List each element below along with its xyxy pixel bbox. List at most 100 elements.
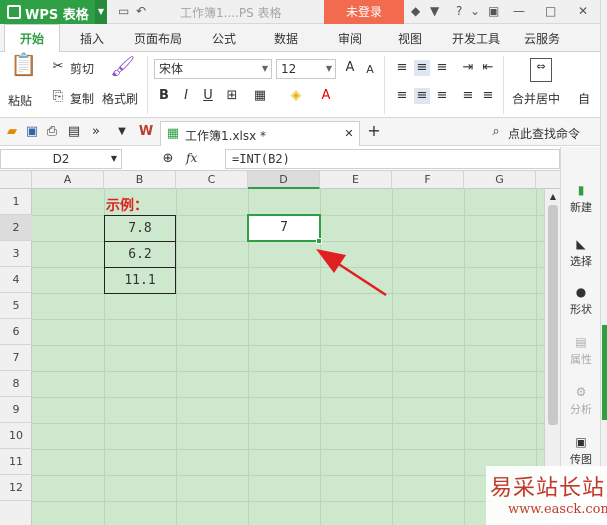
merge-center-button[interactable]: 合并居中: [512, 90, 560, 107]
side-send-image-button[interactable]: ▣ 传图: [561, 435, 601, 467]
side-new-button[interactable]: ▮ 新建: [561, 183, 601, 215]
panel-collapse-handle[interactable]: [602, 325, 607, 420]
row-header[interactable]: 5: [0, 293, 32, 319]
document-tab[interactable]: ▦ 工作簿1.xlsx * ✕: [160, 121, 360, 146]
chevron-down-icon[interactable]: ▼: [95, 0, 107, 24]
increase-font-icon[interactable]: A: [342, 60, 358, 76]
tab-view[interactable]: 视图: [398, 30, 422, 47]
align-right-icon[interactable]: ≡: [434, 88, 450, 104]
row-header[interactable]: 1: [0, 189, 32, 215]
brush-icon[interactable]: 🖌: [110, 56, 135, 84]
align-middle-icon[interactable]: ≡: [414, 60, 430, 76]
minimize-icon[interactable]: —: [513, 4, 525, 18]
column-header[interactable]: C: [176, 171, 248, 189]
row-header[interactable]: 6: [0, 319, 32, 345]
side-select-button[interactable]: ◣ 选择: [561, 237, 601, 269]
row-header[interactable]: 11: [0, 449, 32, 475]
fill-pattern-icon[interactable]: ▦: [252, 88, 268, 104]
row-header[interactable]: 7: [0, 345, 32, 371]
outdent-icon[interactable]: ⇤: [480, 60, 496, 76]
tab-formulas[interactable]: 公式: [212, 30, 236, 47]
indent-icon[interactable]: ⇥: [460, 60, 476, 76]
merge-center-icon[interactable]: ⇔: [530, 58, 552, 82]
cell-b1[interactable]: 示例：: [106, 195, 148, 215]
border-icon[interactable]: ⊞: [224, 88, 240, 104]
column-header[interactable]: G: [464, 171, 536, 189]
search-icon[interactable]: ⌕: [488, 124, 504, 140]
column-header[interactable]: F: [392, 171, 464, 189]
skin-icon[interactable]: ◆: [411, 4, 420, 18]
chevron-down-icon[interactable]: ⌄: [470, 4, 480, 18]
sheet-grid[interactable]: A B C D E F G 1 2 3 4 5 6 7 8 9 10 11 12…: [0, 171, 560, 525]
cell-b4[interactable]: 11.1: [104, 267, 176, 294]
restore-icon[interactable]: ▣: [488, 4, 499, 18]
underline-icon[interactable]: U: [200, 88, 216, 104]
distribute-icon[interactable]: ≡: [480, 88, 496, 104]
chevron-down-icon[interactable]: ▼: [114, 124, 130, 140]
decrease-font-icon[interactable]: A: [362, 62, 378, 78]
tab-developer[interactable]: 开发工具: [452, 30, 500, 47]
new-tab-icon[interactable]: +: [366, 123, 382, 139]
align-top-icon[interactable]: ≡: [394, 60, 410, 76]
tab-data[interactable]: 数据: [274, 30, 298, 47]
tab-page-layout[interactable]: 页面布局: [134, 30, 182, 47]
print-preview-icon[interactable]: ⎙: [44, 124, 60, 140]
close-icon[interactable]: ✕: [341, 126, 357, 142]
font-color-icon[interactable]: A: [318, 88, 334, 104]
column-header[interactable]: E: [320, 171, 392, 189]
paste-button[interactable]: 粘贴: [8, 92, 32, 109]
print-icon[interactable]: ▤: [66, 124, 82, 140]
row-header[interactable]: 2: [0, 215, 32, 241]
side-shapes-button[interactable]: ● 形状: [561, 285, 601, 317]
open-folder-icon[interactable]: ▰: [4, 124, 20, 140]
align-bottom-icon[interactable]: ≡: [434, 60, 450, 76]
maximize-icon[interactable]: □: [545, 4, 556, 18]
side-analysis-button[interactable]: ⚙ 分析: [561, 385, 601, 417]
formula-input[interactable]: =INT(B2): [225, 149, 560, 169]
row-header[interactable]: 4: [0, 267, 32, 293]
help-icon[interactable]: ?: [456, 4, 462, 18]
cut-button[interactable]: 剪切: [70, 60, 94, 77]
login-button[interactable]: 未登录: [324, 0, 404, 24]
save-icon[interactable]: ▣: [24, 124, 40, 140]
zoom-icon[interactable]: ⊕: [160, 151, 176, 167]
row-header[interactable]: 8: [0, 371, 32, 397]
tab-home[interactable]: 开始: [4, 24, 60, 53]
save-icon[interactable]: ▭: [118, 4, 129, 18]
scrollbar-thumb[interactable]: [548, 205, 558, 425]
cell-b3[interactable]: 6.2: [104, 241, 176, 268]
row-header[interactable]: 12: [0, 475, 32, 501]
copy-icon[interactable]: ⎘: [50, 89, 66, 105]
search-commands[interactable]: 点此查找命令: [508, 125, 580, 142]
side-properties-button[interactable]: ▤ 属性: [561, 335, 601, 367]
justify-icon[interactable]: ≡: [460, 88, 476, 104]
tab-review[interactable]: 审阅: [338, 30, 362, 47]
row-header[interactable]: 10: [0, 423, 32, 449]
format-painter-button[interactable]: 格式刷: [102, 90, 138, 107]
column-header[interactable]: D: [248, 171, 320, 189]
tab-cloud[interactable]: 云服务: [524, 30, 560, 47]
column-header[interactable]: A: [32, 171, 104, 189]
tab-insert[interactable]: 插入: [80, 30, 104, 47]
scroll-up-icon[interactable]: ▲: [545, 189, 561, 205]
app-menu-button[interactable]: WPS 表格 ▼: [0, 0, 107, 24]
row-header[interactable]: 3: [0, 241, 32, 267]
font-name-select[interactable]: 宋体 ▼: [154, 59, 272, 79]
paste-icon[interactable]: 📋: [10, 55, 37, 84]
align-center-icon[interactable]: ≡: [414, 88, 430, 104]
undo-icon[interactable]: ↶: [136, 4, 146, 18]
column-header[interactable]: B: [104, 171, 176, 189]
align-left-icon[interactable]: ≡: [394, 88, 410, 104]
auto-wrap-button[interactable]: 自: [578, 90, 590, 107]
row-header[interactable]: 9: [0, 397, 32, 423]
bold-icon[interactable]: B: [156, 88, 172, 104]
fx-button[interactable]: fx: [186, 151, 197, 165]
scissors-icon[interactable]: ✂: [50, 59, 66, 75]
name-box[interactable]: D2 ▼: [0, 149, 122, 169]
shirt-icon[interactable]: ▼: [430, 4, 439, 18]
close-icon[interactable]: ✕: [578, 4, 588, 18]
fill-color-icon[interactable]: ◈: [288, 88, 304, 104]
font-size-select[interactable]: 12 ▼: [276, 59, 336, 79]
italic-icon[interactable]: I: [178, 88, 194, 104]
cell-b2[interactable]: 7.8: [104, 215, 176, 242]
